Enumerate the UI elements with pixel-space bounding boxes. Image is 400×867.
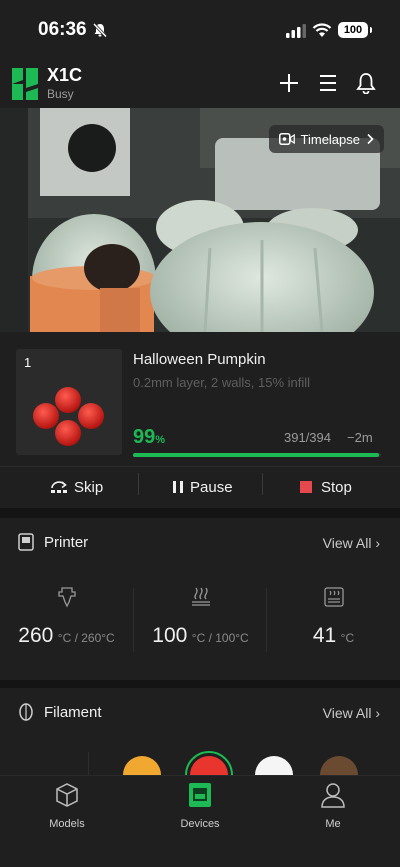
menu-icon[interactable]	[317, 72, 339, 94]
stop-button[interactable]: Stop	[299, 472, 352, 502]
timelapse-button[interactable]: Timelapse	[268, 125, 384, 153]
filament-spool-icon	[19, 703, 33, 721]
nav-models-label: Models	[49, 818, 85, 830]
chamber-temp-unit: °C	[340, 631, 355, 645]
video-camera-icon	[278, 133, 295, 145]
chamber-temperature[interactable]: 41 °C	[267, 572, 400, 662]
device-name: X1C	[47, 65, 83, 85]
plate-number: 1	[24, 355, 32, 370]
device-status: Busy	[47, 87, 74, 101]
pause-icon	[173, 481, 183, 493]
bed-temperature[interactable]: 100 °C / 100°C	[134, 572, 267, 662]
pause-button[interactable]: Pause	[172, 472, 233, 502]
model-preview-image	[33, 387, 104, 446]
skip-label: Skip	[74, 478, 104, 496]
app-header: X1C Busy	[0, 56, 400, 108]
print-job-card: 1 Halloween Pumpkin 0.2mm layer, 2 walls…	[0, 332, 400, 508]
printer-title: Printer	[44, 534, 89, 551]
chevron-right-icon	[367, 133, 374, 145]
bambu-logo-icon	[12, 68, 38, 100]
printer-icon	[18, 533, 34, 551]
chamber-icon	[323, 587, 344, 607]
timelapse-label: Timelapse	[300, 131, 360, 147]
printer-section: Printer View All › 260 °C / 260°C 100 °C…	[0, 518, 400, 680]
action-separator	[262, 473, 263, 495]
nav-me[interactable]: Me	[283, 782, 383, 842]
profile-icon	[321, 783, 345, 808]
nav-devices-label: Devices	[180, 818, 220, 830]
bell-muted-icon	[92, 22, 108, 38]
bed-temp-value: 100	[152, 624, 188, 647]
printer-view-all-link[interactable]: View All ›	[323, 535, 380, 551]
progress-bar-fill	[133, 453, 379, 457]
filament-section: Filament View All ›	[0, 688, 400, 778]
status-time: 06:36	[38, 19, 87, 40]
job-settings: 0.2mm layer, 2 walls, 15% infill	[133, 375, 311, 390]
plate-thumbnail[interactable]: 1	[16, 349, 122, 455]
layer-count: 391/394	[284, 430, 331, 445]
stop-label: Stop	[321, 478, 352, 496]
heatbed-icon	[191, 587, 210, 606]
progress-percent: 99%	[133, 426, 166, 448]
filament-title: Filament	[44, 704, 102, 721]
camera-feed[interactable]: Timelapse	[0, 108, 400, 332]
cellular-signal-icon	[286, 24, 306, 38]
skip-button[interactable]: Skip	[50, 472, 103, 502]
chamber-temp-value: 41	[312, 624, 337, 647]
nav-me-label: Me	[325, 818, 341, 830]
stop-icon	[300, 481, 312, 493]
nozzle-temp-unit: °C / 260°C	[57, 631, 115, 645]
job-title: Halloween Pumpkin	[133, 351, 266, 368]
action-separator	[138, 473, 139, 495]
nozzle-temp-value: 260	[18, 624, 54, 647]
filament-slots[interactable]	[0, 748, 400, 778]
bell-icon[interactable]	[355, 72, 377, 94]
nav-devices[interactable]: Devices	[150, 782, 250, 842]
skip-objects-icon	[51, 481, 67, 493]
nav-models[interactable]: Models	[17, 782, 117, 842]
add-icon[interactable]	[278, 72, 300, 94]
progress-bar	[133, 453, 381, 457]
bed-temp-unit: °C / 100°C	[191, 631, 249, 645]
filament-view-all-link[interactable]: View All ›	[323, 705, 380, 721]
divider	[0, 466, 400, 467]
battery-indicator: 100	[338, 22, 372, 38]
bottom-navigation: Models Devices Me	[0, 775, 400, 867]
devices-icon	[189, 783, 211, 807]
pause-label: Pause	[190, 478, 233, 496]
models-icon	[56, 783, 78, 807]
wifi-icon	[312, 23, 332, 37]
status-bar: 06:36 100	[0, 0, 400, 56]
nozzle-temperature[interactable]: 260 °C / 260°C	[0, 572, 133, 662]
time-remaining: −2m	[347, 430, 373, 445]
nozzle-icon	[57, 587, 76, 608]
